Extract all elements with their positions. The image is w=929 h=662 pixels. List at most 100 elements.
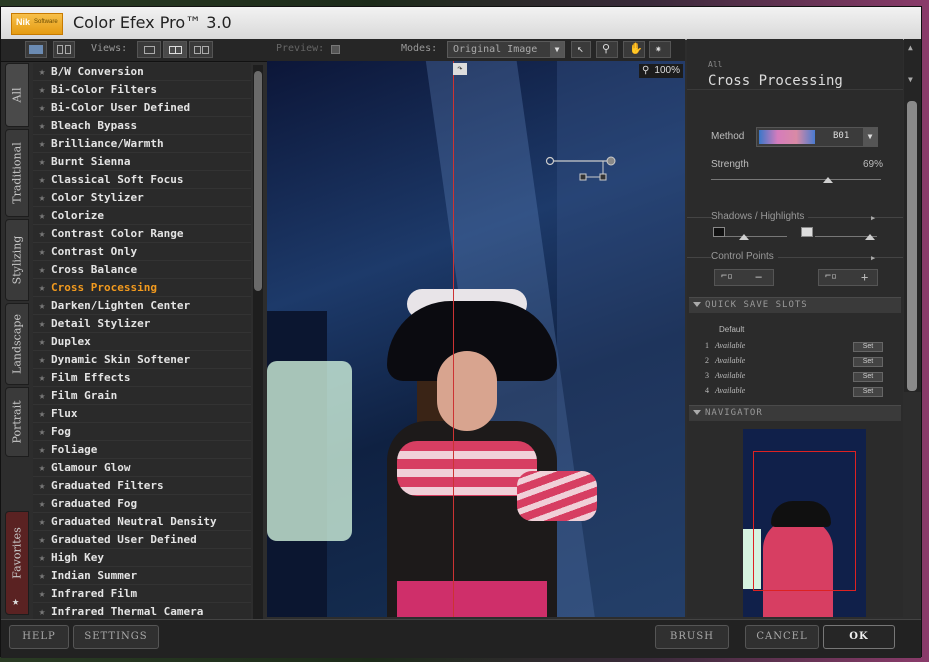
filter-list-item[interactable]: ★ Cross Balance: [33, 261, 251, 279]
method-select[interactable]: B01 ▼: [756, 127, 878, 147]
favorite-star-icon[interactable]: ★: [33, 407, 51, 420]
help-button[interactable]: HELP: [9, 625, 69, 649]
filter-list-item[interactable]: ★ Glamour Glow: [33, 459, 251, 477]
filter-list-scrollbar[interactable]: [253, 65, 263, 619]
expand-arrow-icon[interactable]: ▶: [871, 214, 875, 222]
filter-list-item[interactable]: ★ Fog: [33, 423, 251, 441]
cancel-button[interactable]: CANCEL: [745, 625, 819, 649]
filter-list-item[interactable]: ★ B/W Conversion: [33, 63, 251, 81]
filter-list-item[interactable]: ★ Colorize: [33, 207, 251, 225]
save-slot-set-button[interactable]: Set: [853, 387, 883, 397]
favorite-star-icon[interactable]: ★: [33, 479, 51, 492]
favorite-star-icon[interactable]: ★: [33, 209, 51, 222]
favorite-star-icon[interactable]: ★: [33, 533, 51, 546]
navigator-header[interactable]: NAVIGATOR: [689, 405, 901, 421]
save-slot-set-button[interactable]: Set: [853, 372, 883, 382]
favorite-star-icon[interactable]: ★: [33, 137, 51, 150]
mode-select[interactable]: Original Image ▼: [447, 41, 565, 58]
scrollbar-thumb[interactable]: [907, 101, 917, 391]
filter-list-item[interactable]: ★ Duplex: [33, 333, 251, 351]
filter-list-item[interactable]: ★ Graduated Fog: [33, 495, 251, 513]
favorite-star-icon[interactable]: ★: [33, 425, 51, 438]
favorite-star-icon[interactable]: ★: [33, 173, 51, 186]
filter-list-item[interactable]: ★ Brilliance/Warmth: [33, 135, 251, 153]
save-slot-set-button[interactable]: Set: [853, 357, 883, 367]
filter-list-item[interactable]: ★ Dynamic Skin Softener: [33, 351, 251, 369]
ok-button[interactable]: OK: [823, 625, 895, 649]
filter-list-item[interactable]: ★ Color Stylizer: [33, 189, 251, 207]
filter-list-item[interactable]: ★ Bi-Color Filters: [33, 81, 251, 99]
split-view-icon[interactable]: [53, 41, 75, 58]
brush-button[interactable]: BRUSH: [655, 625, 729, 649]
favorite-star-icon[interactable]: ★: [33, 443, 51, 456]
tab-stylizing[interactable]: Stylizing: [5, 219, 29, 301]
filter-list-item[interactable]: ★ Infrared Thermal Camera: [33, 603, 251, 619]
save-slot-set-button[interactable]: Set: [853, 342, 883, 352]
navigator-viewport[interactable]: [753, 451, 856, 591]
view-split-button[interactable]: [163, 41, 187, 58]
favorite-star-icon[interactable]: ★: [33, 299, 51, 312]
rotate-icon[interactable]: ↷: [453, 63, 467, 75]
single-view-icon[interactable]: [25, 41, 47, 58]
highlights-slider[interactable]: [815, 230, 877, 240]
tab-landscape[interactable]: Landscape: [5, 303, 29, 385]
view-side-by-side-button[interactable]: [189, 41, 213, 58]
pointer-tool-icon[interactable]: ↖: [571, 41, 591, 58]
quick-save-header[interactable]: QUICK SAVE SLOTS: [689, 297, 901, 313]
remove-control-point-button[interactable]: ⌐▫ −: [714, 269, 774, 286]
filter-list-item[interactable]: ★ Indian Summer: [33, 567, 251, 585]
strength-slider-handle[interactable]: [823, 177, 834, 183]
scrollbar-thumb[interactable]: [254, 71, 262, 291]
favorite-star-icon[interactable]: ★: [33, 569, 51, 582]
favorite-star-icon[interactable]: ★: [33, 389, 51, 402]
loupe-tool-icon[interactable]: ✷: [649, 41, 671, 58]
favorite-star-icon[interactable]: ★: [33, 65, 51, 78]
favorite-star-icon[interactable]: ★: [33, 263, 51, 276]
filter-list-item[interactable]: ★ Graduated Filters: [33, 477, 251, 495]
split-preview-divider[interactable]: [453, 61, 454, 617]
filter-list-item[interactable]: ★ Graduated Neutral Density: [33, 513, 251, 531]
filter-list-item[interactable]: ★ Infrared Film: [33, 585, 251, 603]
filter-list-item[interactable]: ★ Film Grain: [33, 387, 251, 405]
filter-list-item[interactable]: ★ Flux: [33, 405, 251, 423]
favorite-star-icon[interactable]: ★: [33, 335, 51, 348]
tab-traditional[interactable]: Traditional: [5, 129, 29, 217]
favorite-star-icon[interactable]: ★: [33, 353, 51, 366]
zoom-tool-icon[interactable]: ⚲: [596, 41, 618, 58]
filter-list-item[interactable]: ★ Detail Stylizer: [33, 315, 251, 333]
filter-list-item[interactable]: ★ Contrast Color Range: [33, 225, 251, 243]
panel-scrollbar[interactable]: ▲ ▼: [904, 39, 921, 392]
tab-favorites[interactable]: Favorites ★: [5, 511, 29, 615]
filter-list-item[interactable]: ★ High Key: [33, 549, 251, 567]
strength-slider[interactable]: [711, 173, 881, 183]
favorite-star-icon[interactable]: ★: [33, 227, 51, 240]
navigator-thumbnail[interactable]: [743, 429, 866, 617]
favorite-star-icon[interactable]: ★: [33, 191, 51, 204]
favorite-star-icon[interactable]: ★: [33, 119, 51, 132]
scroll-up-icon[interactable]: ▲: [908, 43, 913, 52]
view-single-button[interactable]: [137, 41, 161, 58]
settings-button[interactable]: SETTINGS: [73, 625, 159, 649]
favorite-star-icon[interactable]: ★: [33, 317, 51, 330]
expand-arrow-icon[interactable]: ▶: [871, 254, 875, 262]
scroll-down-icon[interactable]: ▼: [908, 75, 913, 84]
favorite-star-icon[interactable]: ★: [33, 515, 51, 528]
hand-tool-icon[interactable]: ✋: [623, 41, 645, 58]
favorite-star-icon[interactable]: ★: [33, 83, 51, 96]
favorite-star-icon[interactable]: ★: [33, 281, 51, 294]
favorite-star-icon[interactable]: ★: [33, 461, 51, 474]
preview-checkbox[interactable]: [331, 45, 340, 54]
favorite-star-icon[interactable]: ★: [33, 605, 51, 618]
filter-list-item[interactable]: ★ Bi-Color User Defined: [33, 99, 251, 117]
filter-list-item[interactable]: ★ Burnt Sienna: [33, 153, 251, 171]
favorite-star-icon[interactable]: ★: [33, 155, 51, 168]
shadows-slider[interactable]: [725, 230, 787, 240]
add-control-point-button[interactable]: ⌐▫ +: [818, 269, 878, 286]
favorite-star-icon[interactable]: ★: [33, 101, 51, 114]
favorite-star-icon[interactable]: ★: [33, 497, 51, 510]
filter-list-item[interactable]: ★ Contrast Only: [33, 243, 251, 261]
filter-list-item[interactable]: ★ Film Effects: [33, 369, 251, 387]
filter-list-item[interactable]: ★ Cross Processing: [33, 279, 251, 297]
filter-list-item[interactable]: ★ Foliage: [33, 441, 251, 459]
control-point[interactable]: [545, 155, 617, 183]
